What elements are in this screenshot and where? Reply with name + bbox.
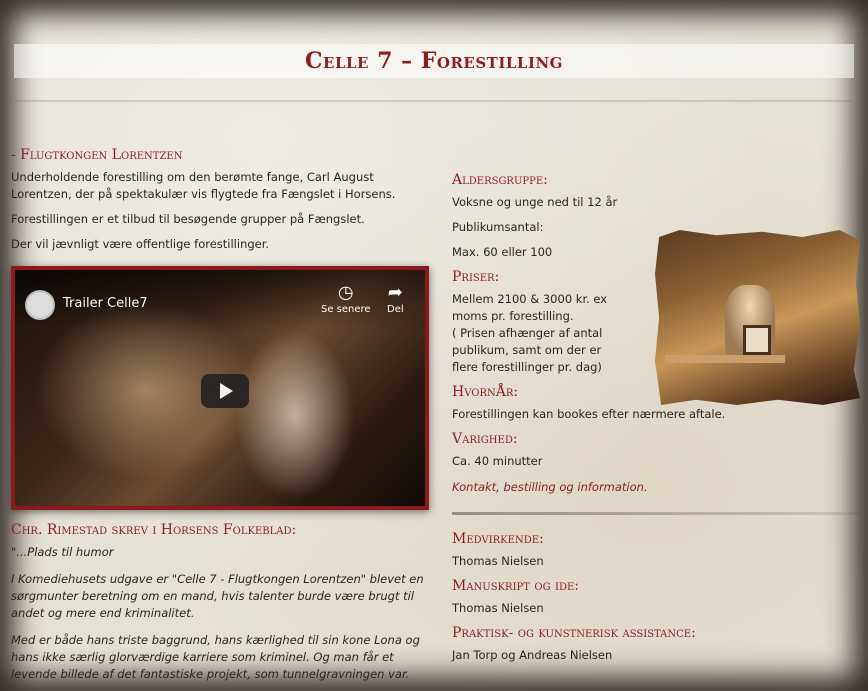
duration-heading: Varighed:	[452, 431, 518, 447]
share-label: Del	[387, 304, 404, 315]
picture-frame	[743, 325, 771, 355]
share-button[interactable]: ➦ Del	[387, 282, 404, 315]
play-icon[interactable]	[201, 374, 249, 408]
duration-value: Ca. 40 minutter	[452, 454, 543, 468]
video-frame-figure	[235, 330, 355, 500]
quote-paragraph-1: I Komediehusets udgave er "Celle 7 - Flu…	[11, 572, 424, 620]
clock-icon: ◷	[337, 282, 354, 303]
audience-value: Max. 60 eller 100	[452, 245, 553, 259]
divider	[14, 100, 854, 102]
offer-text: Forestillingen er et tilbud til besøgend…	[11, 212, 365, 226]
title-bar: Celle 7 – Forestilling	[14, 44, 854, 78]
show-subtitle: - Flugtkongen Lorentzen	[11, 147, 183, 163]
public-text: Der vil jævnligt være offentlige foresti…	[11, 237, 270, 251]
assist-value: Jan Torp og Andreas Nielsen	[452, 648, 613, 662]
section-divider	[452, 512, 862, 515]
when-value: Forestillingen kan bookes efter nærmere …	[452, 407, 726, 421]
channel-avatar[interactable]	[25, 290, 55, 320]
audience-label: Publikumsantal:	[452, 220, 544, 234]
cast-value: Thomas Nielsen	[452, 554, 544, 568]
price-note: ( Prisen afhænger af antal publikum, sam…	[452, 326, 603, 374]
price-value: Mellem 2100 & 3000 kr. ex moms pr. fores…	[452, 292, 608, 323]
share-icon: ➦	[387, 282, 403, 303]
video-title[interactable]: Trailer Celle7	[63, 296, 148, 311]
video-player[interactable]: Trailer Celle7 ◷ Se senere ➦ Del	[11, 266, 429, 510]
performance-photo	[655, 230, 860, 405]
watch-later-label: Se senere	[321, 304, 371, 315]
script-value: Thomas Nielsen	[452, 601, 544, 615]
page-title: Celle 7 – Forestilling	[305, 48, 563, 74]
review-heading: Chr. Rimestad skrev i Horsens Folkeblad:	[11, 522, 297, 538]
left-column: - Flugtkongen Lorentzen Underholdende fo…	[11, 145, 431, 683]
watch-later-button[interactable]: ◷ Se senere	[321, 282, 371, 315]
age-value: Voksne og unge ned til 12 år	[452, 195, 618, 209]
age-heading: Aldersgruppe:	[452, 172, 548, 188]
table-shape	[665, 355, 785, 363]
quote-title: "...Plads til humor	[11, 545, 114, 559]
assist-heading: Praktisk- og kunstnerisk assistance:	[452, 625, 696, 641]
intro-text: Underholdende forestilling om den berømt…	[11, 170, 396, 201]
script-heading: Manuskript og ide:	[452, 578, 580, 594]
contact-link[interactable]: Kontakt, bestilling og information.	[452, 480, 858, 494]
quote-paragraph-2: Med er både hans triste baggrund, hans k…	[11, 633, 420, 681]
page-frame: Celle 7 – Forestilling - Flugtkongen Lor…	[0, 0, 868, 691]
cast-heading: Medvirkende:	[452, 531, 544, 547]
